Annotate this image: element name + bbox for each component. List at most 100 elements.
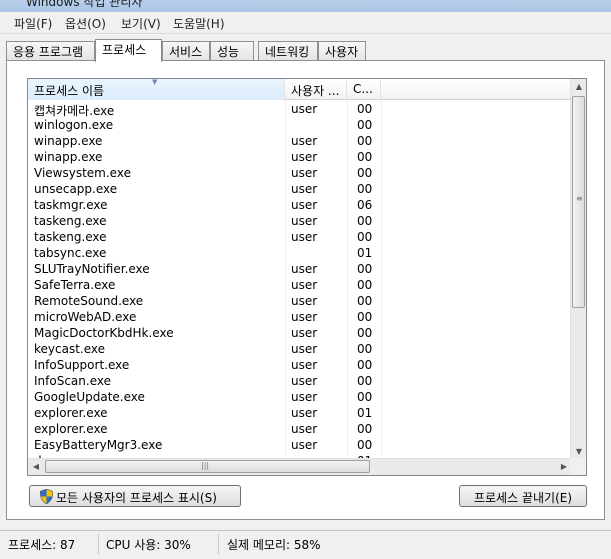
process-cpu-cell: 00 <box>357 390 373 404</box>
process-row[interactable]: winlogon.exe 00 <box>28 117 572 133</box>
process-cpu-cell: 00 <box>357 166 373 180</box>
column-header-user[interactable]: 사용자 ... <box>285 79 347 100</box>
process-cpu-cell: 00 <box>357 310 373 324</box>
process-name-cell: taskmgr.exe <box>34 198 108 212</box>
process-row[interactable]: SafeTerra.exe user 00 <box>28 277 572 293</box>
scrollbar-corner <box>570 458 586 475</box>
process-user-cell: user <box>291 374 318 388</box>
process-name-cell: SafeTerra.exe <box>34 278 116 292</box>
tab-strip: 응용 프로그램 프로세스 서비스 성능 네트워킹 사용자 <box>6 39 606 62</box>
process-cpu-cell: 00 <box>357 294 373 308</box>
process-user-cell: user <box>291 230 318 244</box>
process-row[interactable]: MagicDoctorKbdHk.exe user 00 <box>28 325 572 341</box>
process-cpu-cell: 00 <box>357 438 373 452</box>
process-name-cell: explorer.exe <box>34 422 108 436</box>
process-row[interactable]: 캡쳐카메라.exe user 00 <box>28 101 572 118</box>
menu-options[interactable]: 옵션(O) <box>63 15 108 32</box>
status-memory-usage: 실제 메모리: 58% <box>227 538 321 552</box>
process-row[interactable]: InfoScan.exe user 00 <box>28 373 572 389</box>
process-user-cell: user <box>291 214 318 228</box>
process-row[interactable]: winapp.exe user 00 <box>28 133 572 149</box>
process-name-cell: keycast.exe <box>34 342 106 356</box>
uac-shield-icon <box>40 489 53 504</box>
tab-networking[interactable]: 네트워킹 <box>258 41 318 61</box>
process-name-cell: explorer.exe <box>34 406 108 420</box>
process-row[interactable]: Viewsystem.exe user 00 <box>28 165 572 181</box>
status-cpu-usage: CPU 사용: 30% <box>106 538 191 552</box>
scroll-left-icon[interactable]: ◀ <box>28 459 44 475</box>
process-name-cell: winlogon.exe <box>34 118 114 132</box>
process-list[interactable]: ▼ 프로세스 이름 사용자 ... C... 캡쳐카메라.exe user 00 wi… <box>27 78 587 476</box>
column-header-name[interactable]: ▼ 프로세스 이름 <box>28 79 285 100</box>
status-bar: 프로세스: 87 CPU 사용: 30% 실제 메모리: 58% <box>0 530 611 559</box>
show-all-users-button[interactable]: 모든 사용자의 프로세스 표시(S) <box>29 485 241 507</box>
horizontal-scrollbar[interactable]: ◀ ||| ▶ <box>28 458 572 475</box>
tab-users[interactable]: 사용자 <box>318 41 366 61</box>
process-row[interactable]: SLUTrayNotifier.exe user 00 <box>28 261 572 277</box>
process-user-cell: user <box>291 358 318 372</box>
process-cpu-cell: 00 <box>357 118 373 132</box>
process-row[interactable]: microWebAD.exe user 00 <box>28 309 572 325</box>
process-user-cell: user <box>291 438 318 452</box>
process-name-cell: taskeng.exe <box>34 214 107 228</box>
process-name-cell: Viewsystem.exe <box>34 166 131 180</box>
process-user-cell: user <box>291 342 318 356</box>
process-row[interactable]: winapp.exe user 00 <box>28 149 572 165</box>
process-rows: 캡쳐카메라.exe user 00 winlogon.exe 00 winapp.exe u… <box>28 101 572 469</box>
menu-help[interactable]: 도움말(H) <box>171 15 227 32</box>
process-user-cell: user <box>291 406 318 420</box>
process-name-cell: tabsync.exe <box>34 246 107 260</box>
process-row[interactable]: taskeng.exe user 00 <box>28 229 572 245</box>
process-row[interactable]: explorer.exe user 00 <box>28 421 572 437</box>
process-cpu-cell: 00 <box>357 326 373 340</box>
tab-performance[interactable]: 성능 <box>210 41 254 61</box>
process-name-cell: InfoScan.exe <box>34 374 111 388</box>
tab-applications[interactable]: 응용 프로그램 <box>6 41 95 61</box>
process-cpu-cell: 00 <box>357 278 373 292</box>
process-row[interactable]: taskeng.exe user 00 <box>28 213 572 229</box>
tab-services[interactable]: 서비스 <box>162 41 210 61</box>
process-row[interactable]: InfoSupport.exe user 00 <box>28 357 572 373</box>
process-user-cell: user <box>291 150 318 164</box>
process-name-cell: winapp.exe <box>34 150 103 164</box>
menu-view[interactable]: 보기(V) <box>119 15 163 32</box>
process-name-cell: unsecapp.exe <box>34 182 118 196</box>
tab-processes[interactable]: 프로세스 <box>95 39 162 62</box>
process-user-cell: user <box>291 262 318 276</box>
process-cpu-cell: 00 <box>357 102 373 116</box>
process-cpu-cell: 00 <box>357 214 373 228</box>
process-cpu-cell: 00 <box>357 422 373 436</box>
process-name-cell: taskeng.exe <box>34 230 107 244</box>
sort-indicator-icon: ▼ <box>152 79 158 86</box>
process-row[interactable]: RemoteSound.exe user 00 <box>28 293 572 309</box>
end-process-button[interactable]: 프로세스 끝내기(E) <box>459 485 587 507</box>
process-row[interactable]: GoogleUpdate.exe user 00 <box>28 389 572 405</box>
process-user-cell: user <box>291 278 318 292</box>
window-title: Windows 작업 관리자 <box>26 0 143 9</box>
process-cpu-cell: 00 <box>357 342 373 356</box>
process-row[interactable]: unsecapp.exe user 00 <box>28 181 572 197</box>
process-name-cell: GoogleUpdate.exe <box>34 390 145 404</box>
process-row[interactable]: EasyBatteryMgr3.exe user 00 <box>28 437 572 453</box>
horizontal-scroll-thumb[interactable]: ||| <box>45 460 370 473</box>
process-cpu-cell: 00 <box>357 182 373 196</box>
process-user-cell: user <box>291 134 318 148</box>
menu-file[interactable]: 파일(F) <box>12 15 54 32</box>
process-row[interactable]: taskmgr.exe user 06 <box>28 197 572 213</box>
process-cpu-cell: 00 <box>357 150 373 164</box>
vertical-scrollbar[interactable]: ▲ ≡ ▼ <box>570 79 586 460</box>
process-user-cell: user <box>291 310 318 324</box>
process-user-cell: user <box>291 390 318 404</box>
vertical-scroll-thumb[interactable]: ≡ <box>572 96 585 308</box>
status-divider <box>98 534 99 554</box>
process-row[interactable]: keycast.exe user 00 <box>28 341 572 357</box>
status-process-count: 프로세스: 87 <box>8 538 76 552</box>
process-row[interactable]: tabsync.exe 01 <box>28 245 572 261</box>
process-user-cell: user <box>291 182 318 196</box>
process-row[interactable]: explorer.exe user 01 <box>28 405 572 421</box>
column-header-cpu[interactable]: C... <box>347 79 381 100</box>
scroll-up-icon[interactable]: ▲ <box>571 79 586 95</box>
process-cpu-cell: 00 <box>357 262 373 276</box>
status-divider <box>218 534 219 554</box>
column-header-name-label: 프로세스 이름 <box>34 84 105 98</box>
